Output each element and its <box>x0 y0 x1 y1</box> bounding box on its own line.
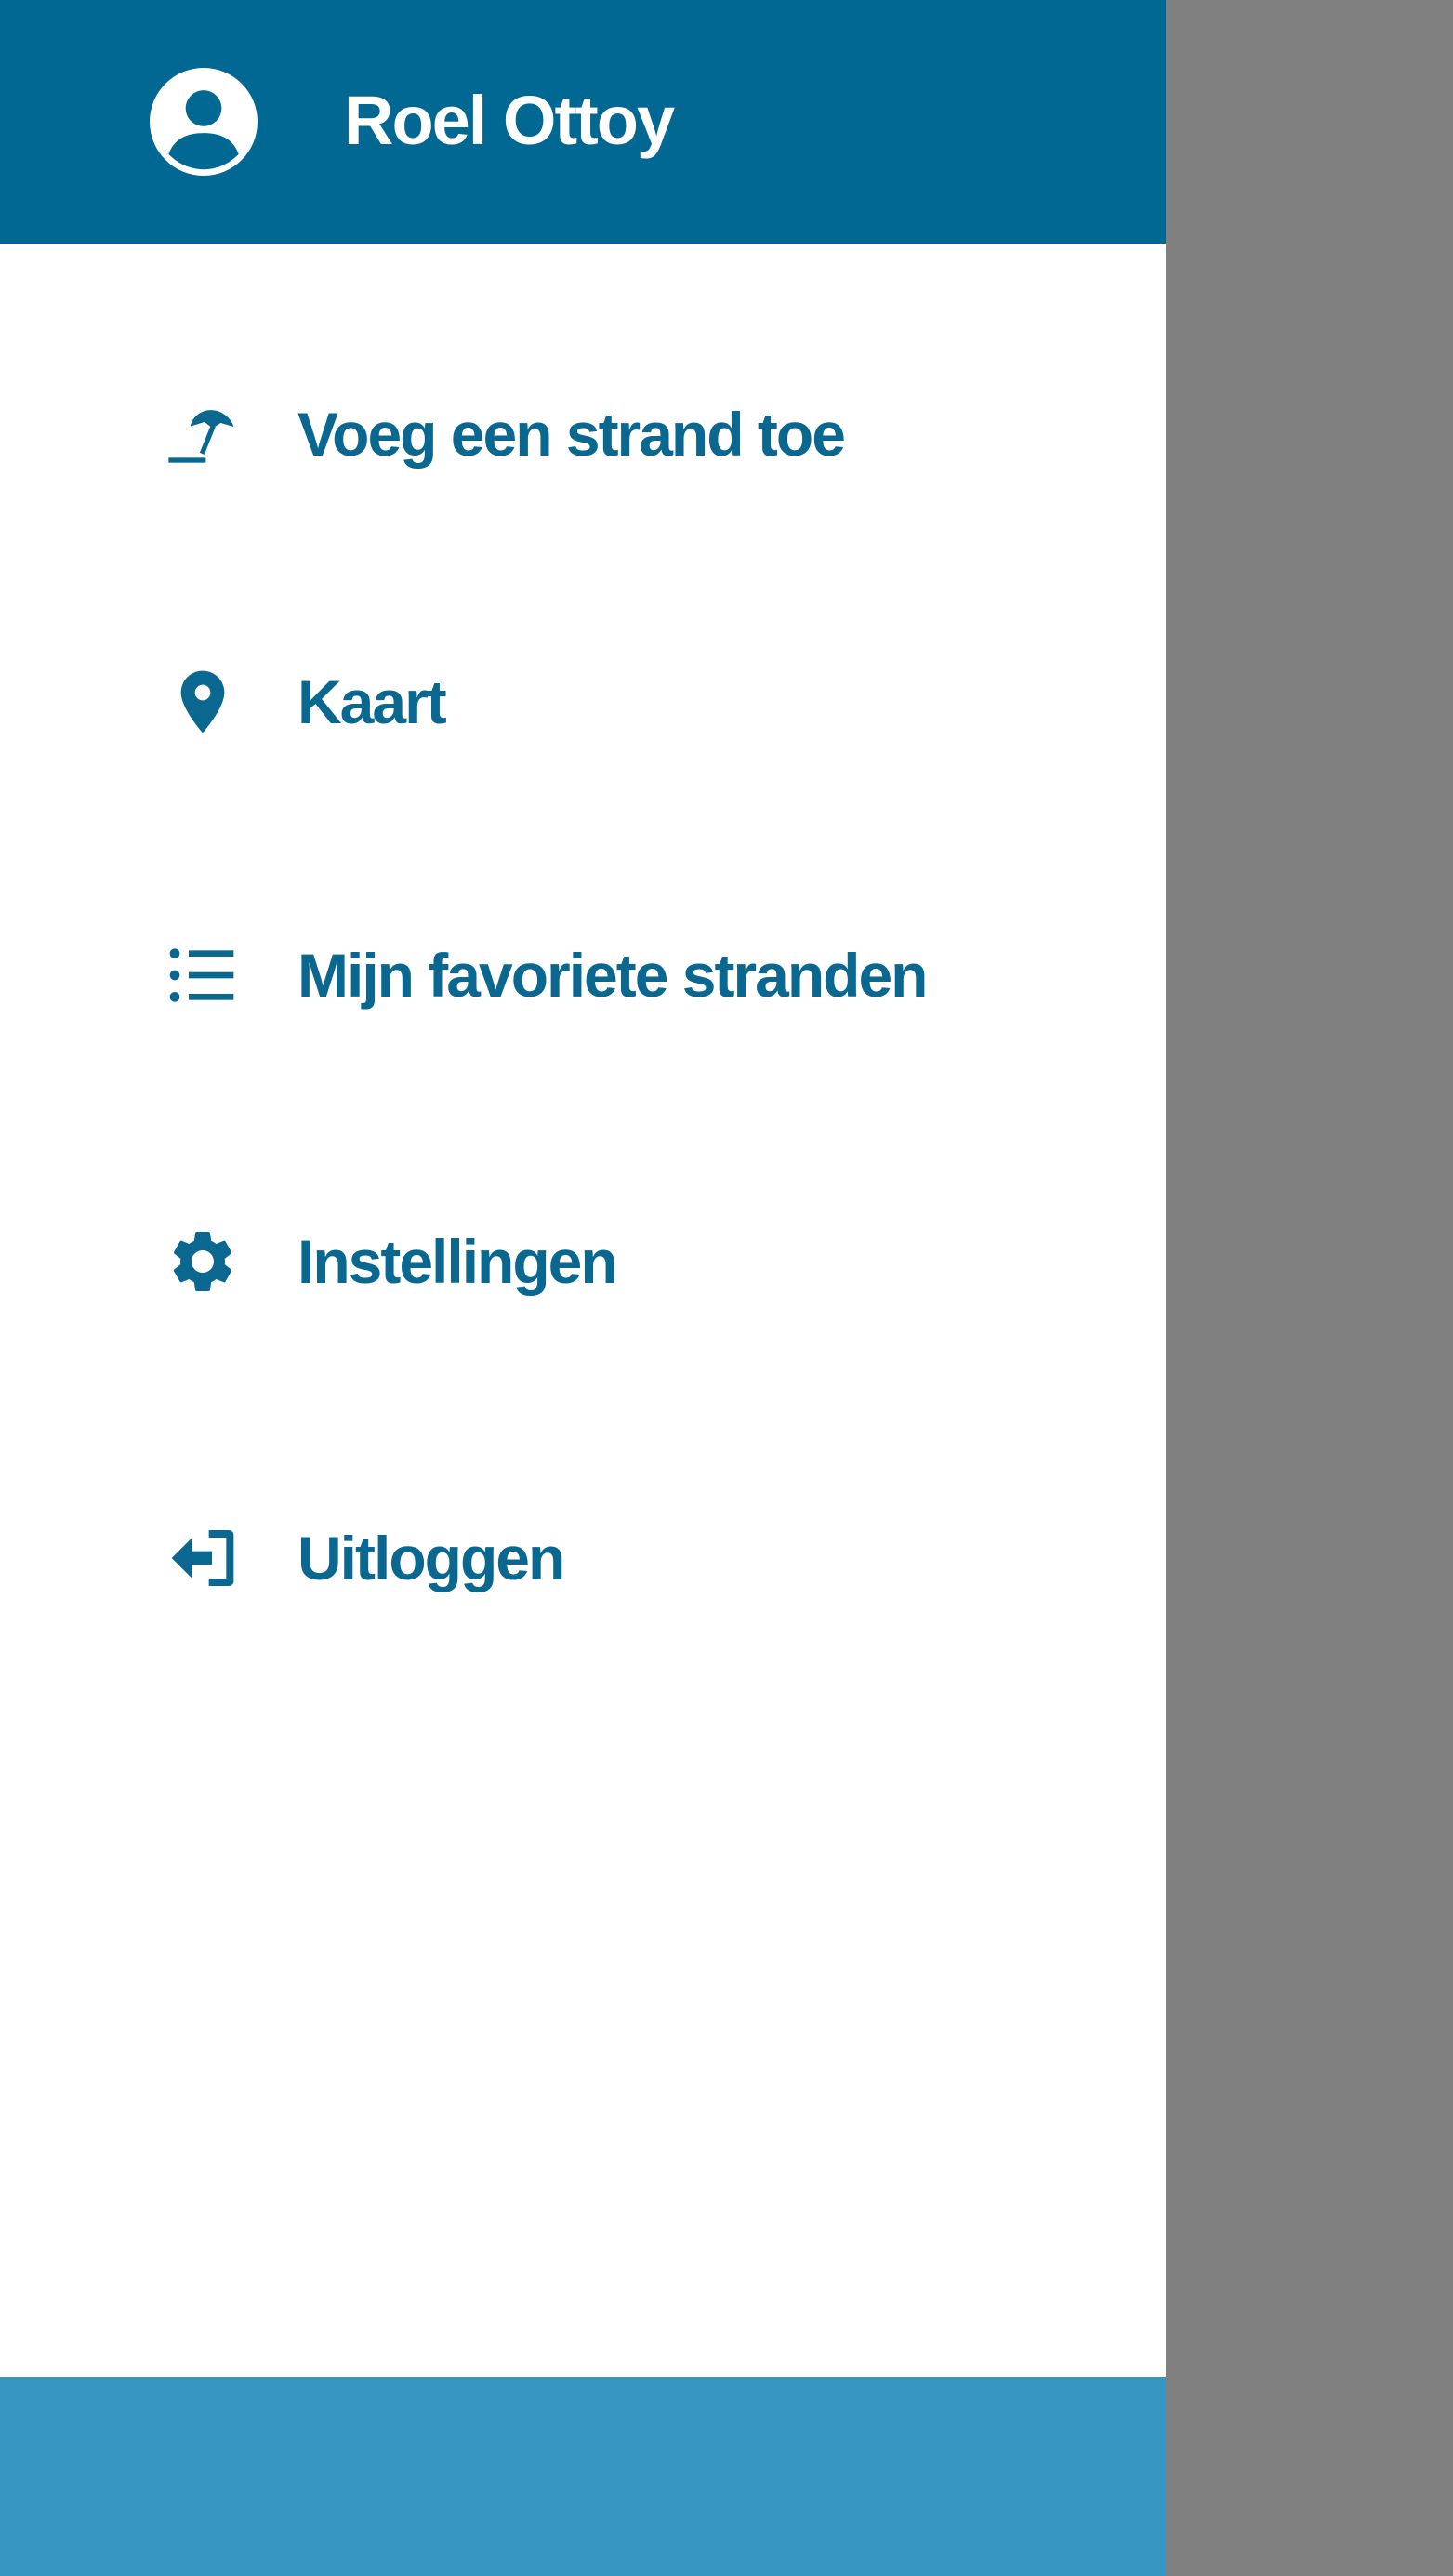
menu-item-favorite-beaches[interactable]: Mijn favoriete stranden <box>0 901 1166 1050</box>
menu-item-label: Kaart <box>297 667 447 736</box>
navigation-drawer: Roel Ottoy Voeg een strand toe Kaart Mij… <box>0 0 1166 2576</box>
menu-item-label: Instellingen <box>297 1227 618 1296</box>
drawer-footer-bar <box>0 2377 1166 2576</box>
menu-item-label: Uitloggen <box>297 1524 565 1592</box>
drawer-header: Roel Ottoy <box>0 0 1166 244</box>
beach-umbrella-icon <box>168 410 234 463</box>
account-circle-icon <box>150 68 258 176</box>
menu-item-label: Voeg een strand toe <box>297 400 846 469</box>
menu-item-add-beach[interactable]: Voeg een strand toe <box>0 360 1166 509</box>
menu-item-map[interactable]: Kaart <box>0 627 1166 776</box>
menu-item-label: Mijn favoriete stranden <box>297 941 928 1010</box>
user-name: Roel Ottoy <box>344 82 675 159</box>
list-icon <box>169 948 234 1002</box>
map-pin-icon <box>180 670 225 733</box>
menu-item-logout[interactable]: Uitloggen <box>0 1484 1166 1632</box>
menu-item-settings[interactable]: Instellingen <box>0 1187 1166 1336</box>
gear-icon <box>173 1232 232 1291</box>
logout-icon <box>171 1530 234 1586</box>
drawer-scrim-overlay[interactable] <box>1166 0 1453 2576</box>
